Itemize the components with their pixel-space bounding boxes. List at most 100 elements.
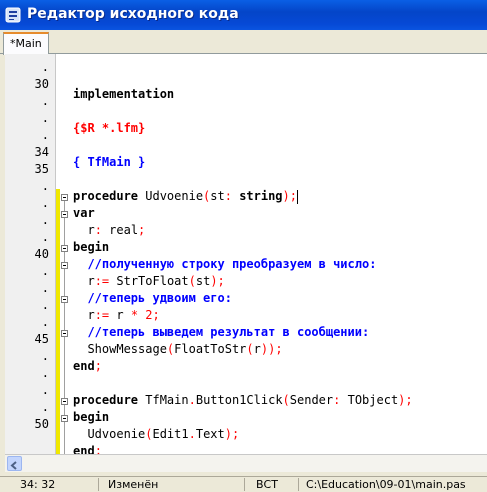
line-number: 35 <box>34 162 49 176</box>
horizontal-scrollbar[interactable] <box>5 454 487 472</box>
code-token: r <box>73 223 95 237</box>
modified-status: Изменён <box>108 478 159 491</box>
code-area[interactable]: implementation {$R *.lfm} { TfMain } proced… <box>70 54 487 458</box>
code-token: : <box>333 393 348 407</box>
code-token: ; <box>138 223 146 237</box>
line-number: . <box>41 315 49 329</box>
fold-toggle[interactable] <box>61 415 68 422</box>
code-line[interactable]: { TfMain } <box>73 155 145 172</box>
line-number: 34 <box>34 145 49 159</box>
code-token: var <box>73 206 95 220</box>
code-token: ( <box>246 342 254 356</box>
code-token: ); <box>398 393 413 407</box>
line-number: . <box>41 196 49 210</box>
code-token: string <box>239 189 283 203</box>
code-line[interactable]: r: real; <box>73 223 145 240</box>
line-number: . <box>41 94 49 108</box>
code-token: Text <box>195 427 225 441</box>
code-token: )); <box>260 342 283 356</box>
line-number: . <box>41 264 49 278</box>
line-number: . <box>41 400 49 414</box>
status-bar: 34: 32 Изменён ВСТ C:\Education\09-01\ma… <box>0 476 487 492</box>
code-token: ); <box>210 274 225 288</box>
fold-toggle[interactable] <box>61 330 68 337</box>
code-token: r <box>253 342 261 356</box>
line-number-gutter: . 30... 34 35.... 40.... 45.... 50 <box>5 54 56 454</box>
line-number: . <box>41 383 49 397</box>
code-line[interactable]: begin <box>73 240 109 257</box>
code-line[interactable]: begin <box>73 410 109 427</box>
code-token: procedure <box>73 189 146 203</box>
code-token: ( <box>282 393 290 407</box>
code-token: r <box>73 274 95 288</box>
tab-main[interactable]: *Main <box>3 32 49 55</box>
line-number: . <box>41 128 49 142</box>
code-token: end <box>73 359 95 373</box>
code-token: . <box>188 393 196 407</box>
code-token: real <box>109 223 139 237</box>
line-number: 40 <box>34 247 49 261</box>
code-token: {$R *.lfm} <box>73 121 146 135</box>
code-token: := <box>94 308 117 322</box>
code-line[interactable]: r:= StrToFloat(st); <box>73 274 225 291</box>
code-line[interactable]: implementation <box>73 87 174 104</box>
tab-strip: *Main <box>0 30 487 55</box>
code-token: TfMain <box>145 393 189 407</box>
code-line[interactable]: procedure Udvoenie(st: string); <box>73 189 298 206</box>
code-token: Button1Click <box>195 393 283 407</box>
line-number: . <box>41 230 49 244</box>
scroll-left-button[interactable] <box>7 456 22 471</box>
line-number: . <box>41 298 49 312</box>
line-number: . <box>41 281 49 295</box>
code-token: Sender <box>289 393 334 407</box>
line-number: . <box>41 60 49 74</box>
code-token: Edit1 <box>152 427 189 441</box>
line-number: . <box>41 349 49 363</box>
code-token: ; <box>94 359 102 373</box>
code-token: { TfMain } <box>73 155 146 169</box>
code-token: st <box>210 189 225 203</box>
fold-column <box>60 54 70 461</box>
code-line[interactable]: Udvoenie(Edit1.Text); <box>73 427 239 444</box>
code-line[interactable]: //теперь выведем результат в сообщении: <box>73 325 369 342</box>
line-number: . <box>41 179 49 193</box>
code-line[interactable]: var <box>73 206 95 223</box>
code-token: StrToFloat <box>116 274 189 288</box>
code-token: st <box>195 274 211 288</box>
code-token: begin <box>73 240 110 254</box>
fold-toggle[interactable] <box>61 296 68 303</box>
file-path: C:\Education\09-01\main.pas <box>306 478 466 491</box>
code-line[interactable]: r:= r * 2; <box>73 308 160 325</box>
code-token: Udvoenie <box>73 427 146 441</box>
code-token: . <box>188 427 196 441</box>
code-token: r <box>116 308 131 322</box>
code-token: r <box>73 308 95 322</box>
code-token: ); <box>224 427 240 441</box>
window-title: Редактор исходного кода <box>27 6 239 22</box>
code-token: * 2; <box>130 308 160 322</box>
fold-toggle[interactable] <box>61 398 68 405</box>
fold-toggle[interactable] <box>61 245 68 252</box>
code-token: ShowMessage <box>73 342 167 356</box>
code-line[interactable]: //теперь удвоим его: <box>73 291 232 308</box>
insert-mode: ВСТ <box>256 478 278 491</box>
code-token: Udvoenie <box>145 189 204 203</box>
code-token: procedure <box>73 393 146 407</box>
cursor-position: 34: 32 <box>20 478 56 491</box>
fold-toggle[interactable] <box>61 211 68 218</box>
code-line[interactable]: ShowMessage(FloatToStr(r)); <box>73 342 283 359</box>
source-editor[interactable]: . 30... 34 35.... 40.... 45.... 50 implementat… <box>5 54 487 465</box>
text-cursor <box>297 189 298 204</box>
code-line[interactable]: end; <box>73 359 102 376</box>
fold-toggle[interactable] <box>61 194 68 201</box>
fold-toggle[interactable] <box>61 262 68 269</box>
code-token: TObject <box>347 393 399 407</box>
code-line[interactable]: //полученную строку преобразуем в число: <box>73 257 376 274</box>
code-line[interactable]: procedure TfMain.Button1Click(Sender: TO… <box>73 393 413 410</box>
code-token: //теперь удвоим его: <box>73 291 232 305</box>
code-line[interactable]: {$R *.lfm} <box>73 121 145 138</box>
code-token: begin <box>73 410 110 424</box>
line-number: . <box>41 213 49 227</box>
code-token: ( <box>188 274 196 288</box>
code-token: FloatToStr <box>174 342 247 356</box>
